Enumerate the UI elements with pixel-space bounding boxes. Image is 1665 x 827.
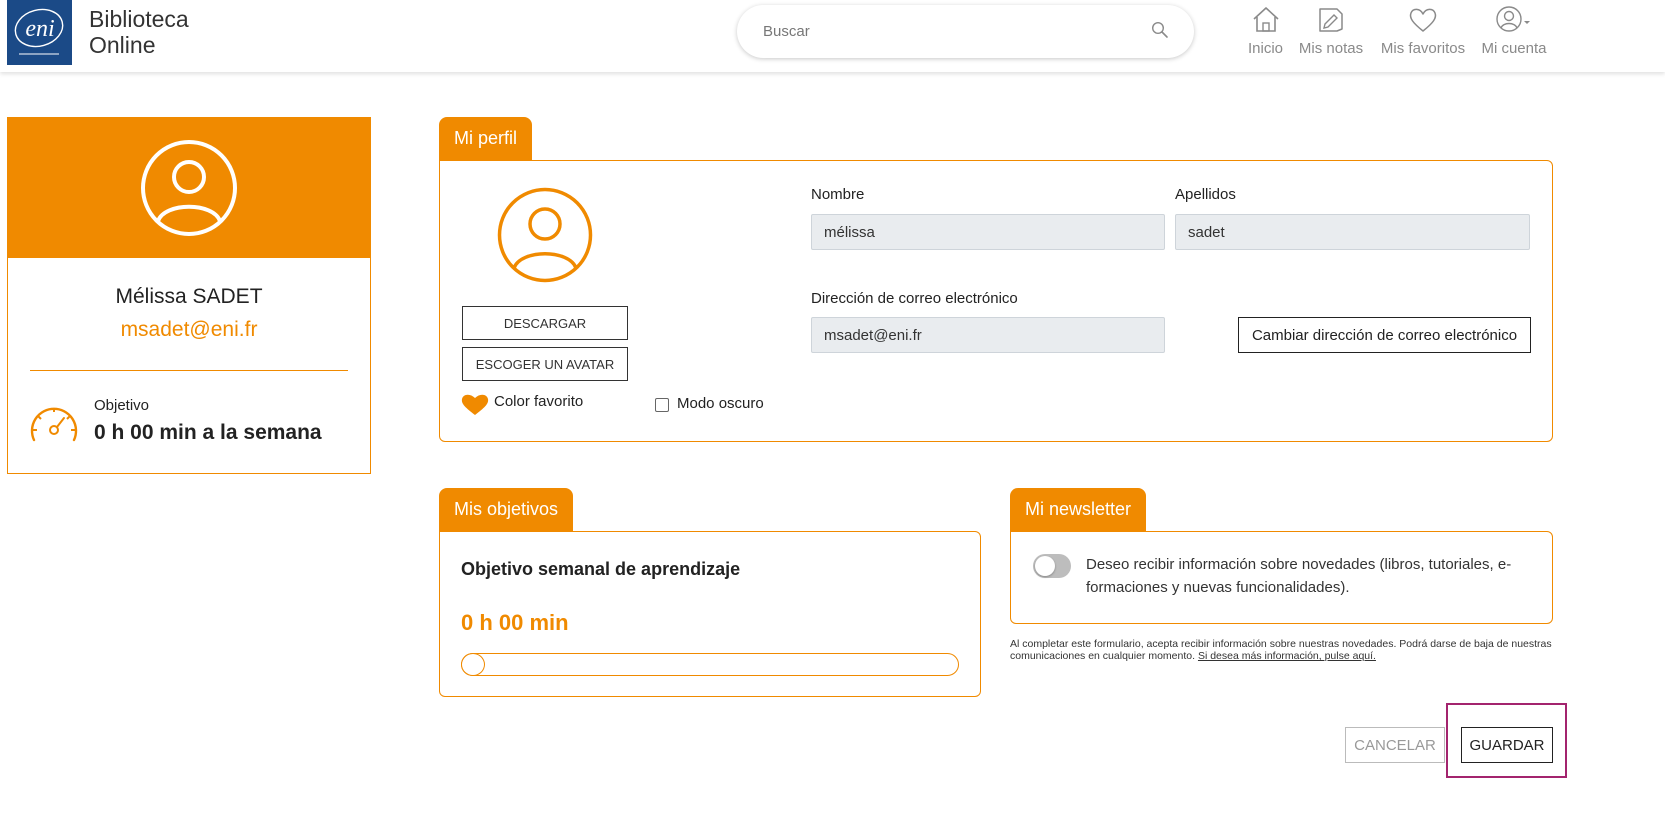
eni-logo-mark: eni <box>14 8 64 55</box>
brand-title: Biblioteca Online <box>89 6 189 58</box>
profile-panel: DESCARGAR ESCOGER UN AVATAR Color favori… <box>439 160 1553 442</box>
dark-mode-checkbox[interactable] <box>655 398 669 412</box>
brand-line-1: Biblioteca <box>89 6 189 32</box>
nav-account[interactable]: Mi cuenta <box>1478 4 1550 60</box>
home-icon <box>1252 7 1279 32</box>
search-input[interactable] <box>763 18 1133 44</box>
tab-profile: Mi perfil <box>439 117 533 161</box>
change-email-button[interactable]: Cambiar dirección de correo electrónico <box>1238 317 1531 353</box>
speedometer-icon <box>30 407 78 442</box>
heart-icon <box>1409 8 1437 32</box>
tab-newsletter: Mi newsletter <box>1010 488 1147 532</box>
first-name-label: Nombre <box>811 186 865 203</box>
email-label: Dirección de correo electrónico <box>811 290 1018 307</box>
search-icon[interactable] <box>1151 21 1169 39</box>
user-summary-card: Mélissa SADET msadet@eni.fr Objetivo 0 h… <box>7 117 371 474</box>
nav-favorites[interactable]: Mis favoritos <box>1378 4 1468 60</box>
goal-slider[interactable] <box>461 653 959 676</box>
nav-account-label: Mi cuenta <box>1481 40 1547 57</box>
cancel-button[interactable]: CANCELAR <box>1345 727 1445 763</box>
eni-logo[interactable]: eni <box>7 0 72 65</box>
newsletter-toggle-knob <box>1035 556 1055 576</box>
tab-goals: Mis objetivos <box>439 488 574 532</box>
newsletter-panel: Deseo recibir información sobre novedade… <box>1010 531 1553 624</box>
save-button[interactable]: GUARDAR <box>1461 727 1553 763</box>
last-name-field[interactable] <box>1175 214 1530 250</box>
favorite-color-heart-icon[interactable] <box>461 392 489 416</box>
user-icon <box>1496 6 1530 32</box>
more-info-link[interactable]: Si desea más información, pulse aquí. <box>1198 650 1376 662</box>
user-avatar-icon <box>141 140 237 236</box>
favorite-color-label: Color favorito <box>494 393 584 410</box>
first-name-field[interactable] <box>811 214 1165 250</box>
notes-icon <box>1319 8 1343 32</box>
nav-home-label: Inicio <box>1247 40 1284 57</box>
objective-value: 0 h 00 min a la semana <box>94 421 322 444</box>
objective-label: Objetivo <box>94 397 150 414</box>
download-avatar-button[interactable]: DESCARGAR <box>462 306 628 340</box>
profile-avatar-icon <box>497 187 593 283</box>
choose-avatar-button[interactable]: ESCOGER UN AVATAR <box>462 347 628 381</box>
goal-heading: Objetivo semanal de aprendizaje <box>461 559 741 579</box>
email-field[interactable] <box>811 317 1165 353</box>
top-bar: eni Biblioteca Online Inicio Mis notas <box>0 0 1665 72</box>
user-email: msadet@eni.fr <box>120 318 258 341</box>
newsletter-toggle[interactable] <box>1033 554 1071 578</box>
goal-slider-thumb[interactable] <box>461 653 485 676</box>
user-name: Mélissa SADET <box>115 285 263 308</box>
user-card-header <box>8 118 370 258</box>
brand-line-2: Online <box>89 32 156 58</box>
divider <box>30 370 348 371</box>
goals-panel: Objetivo semanal de aprendizaje 0 h 00 m… <box>439 531 981 697</box>
legal-notice: Al completar este formulario, acepta rec… <box>1010 638 1555 662</box>
chevron-down-icon <box>1524 21 1530 24</box>
nav-favorites-label: Mis favoritos <box>1380 40 1466 57</box>
nav-notes-label: Mis notas <box>1298 40 1364 57</box>
last-name-label: Apellidos <box>1175 186 1236 203</box>
logo-text: eni <box>25 16 54 42</box>
search-bar <box>737 5 1194 58</box>
nav-home[interactable]: Inicio <box>1243 4 1288 60</box>
nav-notes[interactable]: Mis notas <box>1296 4 1366 60</box>
dark-mode-label: Modo oscuro <box>677 395 764 412</box>
newsletter-text: Deseo recibir información sobre novedade… <box>1086 556 1512 596</box>
goal-value: 0 h 00 min <box>461 610 569 635</box>
